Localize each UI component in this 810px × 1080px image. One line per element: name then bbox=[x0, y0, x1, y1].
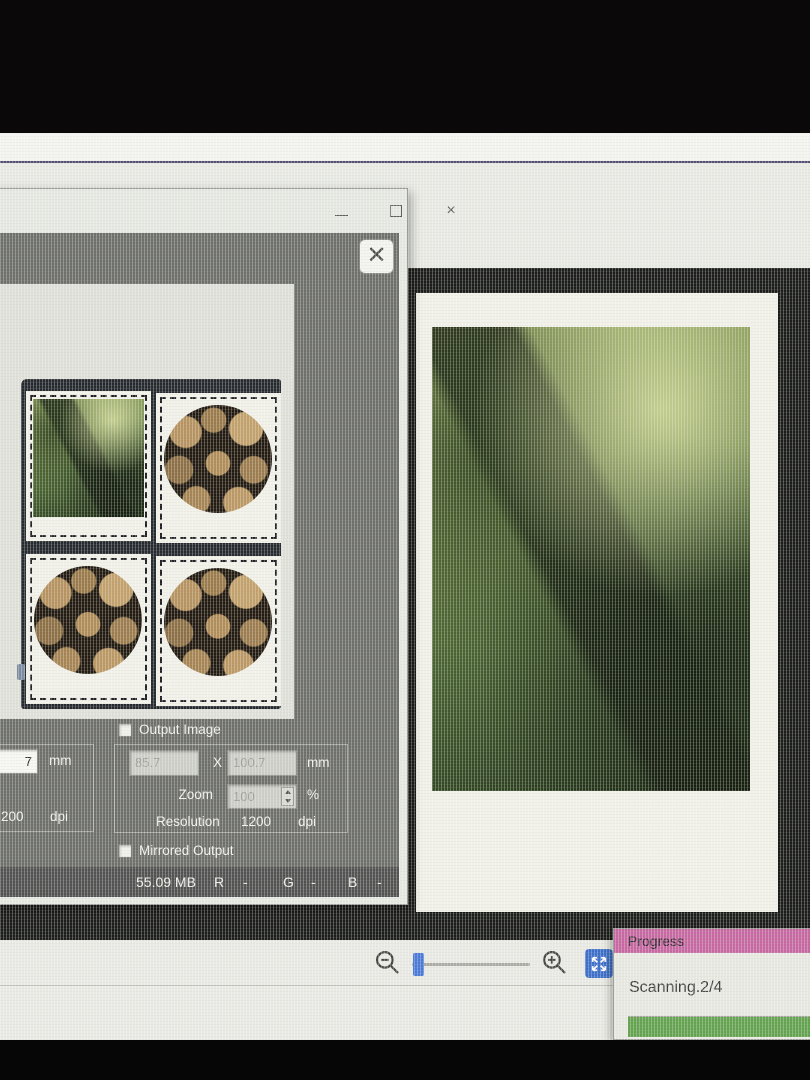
thumbnail-2[interactable] bbox=[156, 393, 281, 543]
mirrored-output-checkbox[interactable] bbox=[118, 844, 132, 858]
dialog-content: ✕ bbox=[0, 233, 399, 897]
app-window: × ✕ bbox=[0, 133, 810, 1040]
thumbnail-4-photo-placeholder bbox=[164, 568, 272, 676]
thumbnail-4[interactable] bbox=[156, 556, 281, 706]
spin-down-button[interactable] bbox=[282, 797, 293, 806]
zoom-label: Zoom bbox=[143, 787, 213, 802]
input-resolution-unit: dpi bbox=[50, 809, 68, 824]
maximize-button[interactable] bbox=[386, 201, 406, 221]
scanned-photo-placeholder bbox=[432, 327, 750, 791]
zoom-value: 100 bbox=[233, 789, 255, 804]
monitor-bezel bbox=[0, 1040, 810, 1080]
channel-b-value: - bbox=[377, 874, 382, 890]
progress-status-text: Scanning.2/4 bbox=[629, 979, 722, 997]
holder-clip bbox=[17, 664, 25, 680]
channel-r-value: - bbox=[243, 874, 248, 890]
scan-dialog-window: × ✕ bbox=[0, 188, 408, 905]
thumbnail-2-photo-placeholder bbox=[164, 405, 272, 513]
zoom-field[interactable]: 100 bbox=[227, 784, 297, 809]
mirrored-output-label: Mirrored Output bbox=[139, 843, 234, 858]
output-image-label: Output Image bbox=[139, 722, 221, 737]
thumbnail-3[interactable] bbox=[26, 554, 151, 704]
progress-dialog-title[interactable]: Progress bbox=[614, 929, 810, 953]
close-icon: × bbox=[446, 202, 455, 220]
expand-arrows-icon bbox=[589, 954, 609, 974]
channel-g-value: - bbox=[311, 874, 316, 890]
resolution-label: Resolution bbox=[156, 814, 220, 829]
dimension-separator: X bbox=[213, 755, 222, 770]
screen-top-band bbox=[0, 133, 810, 161]
horizontal-divider bbox=[0, 161, 810, 163]
film-holder bbox=[21, 379, 281, 709]
channel-r-label: R bbox=[214, 874, 224, 890]
input-resolution-value: 200 bbox=[1, 809, 24, 824]
thumbnail-3-photo-placeholder bbox=[34, 566, 142, 674]
dialog-status-bar: 55.09 MB R - G - B - bbox=[0, 867, 399, 897]
zoom-out-icon[interactable] bbox=[373, 948, 403, 978]
output-size-unit: mm bbox=[307, 755, 330, 770]
spin-up-button[interactable] bbox=[282, 788, 293, 797]
output-height-field[interactable]: 100.7 bbox=[227, 750, 297, 776]
dialog-titlebar[interactable]: × bbox=[0, 189, 407, 233]
progress-bar-fill bbox=[628, 1017, 810, 1037]
thumbnail-1-photo-placeholder bbox=[33, 399, 144, 517]
progress-bar-track bbox=[628, 1016, 810, 1037]
photographed-monitor: × ✕ bbox=[0, 0, 810, 1080]
zoom-slider-track[interactable] bbox=[412, 963, 530, 966]
resolution-value: 1200 bbox=[241, 814, 271, 829]
zoom-spinner bbox=[281, 787, 294, 806]
fit-to-screen-button[interactable] bbox=[585, 949, 613, 978]
thumbnail-1[interactable] bbox=[26, 391, 151, 541]
resolution-unit: dpi bbox=[298, 814, 316, 829]
minimize-button[interactable] bbox=[331, 201, 351, 221]
output-width-field[interactable]: 85.7 bbox=[129, 750, 199, 776]
input-width-field[interactable]: 7 bbox=[0, 749, 38, 774]
thumbnail-preview-panel bbox=[0, 284, 294, 719]
scanned-photo-frame[interactable] bbox=[416, 293, 778, 912]
output-image-checkbox[interactable] bbox=[118, 723, 132, 737]
dialog-close-button[interactable]: ✕ bbox=[359, 239, 394, 274]
channel-g-label: G bbox=[283, 874, 294, 890]
titlebar-close-button[interactable]: × bbox=[441, 201, 461, 221]
input-width-unit: mm bbox=[49, 753, 72, 768]
file-size: 55.09 MB bbox=[136, 874, 196, 890]
zoom-in-icon[interactable] bbox=[540, 948, 570, 978]
channel-b-label: B bbox=[348, 874, 357, 890]
progress-dialog: Progress Scanning.2/4 bbox=[613, 928, 810, 1040]
zoom-unit: % bbox=[307, 787, 319, 802]
maximize-icon bbox=[390, 205, 402, 217]
zoom-slider-handle[interactable] bbox=[413, 953, 424, 976]
minimize-icon bbox=[335, 215, 348, 216]
